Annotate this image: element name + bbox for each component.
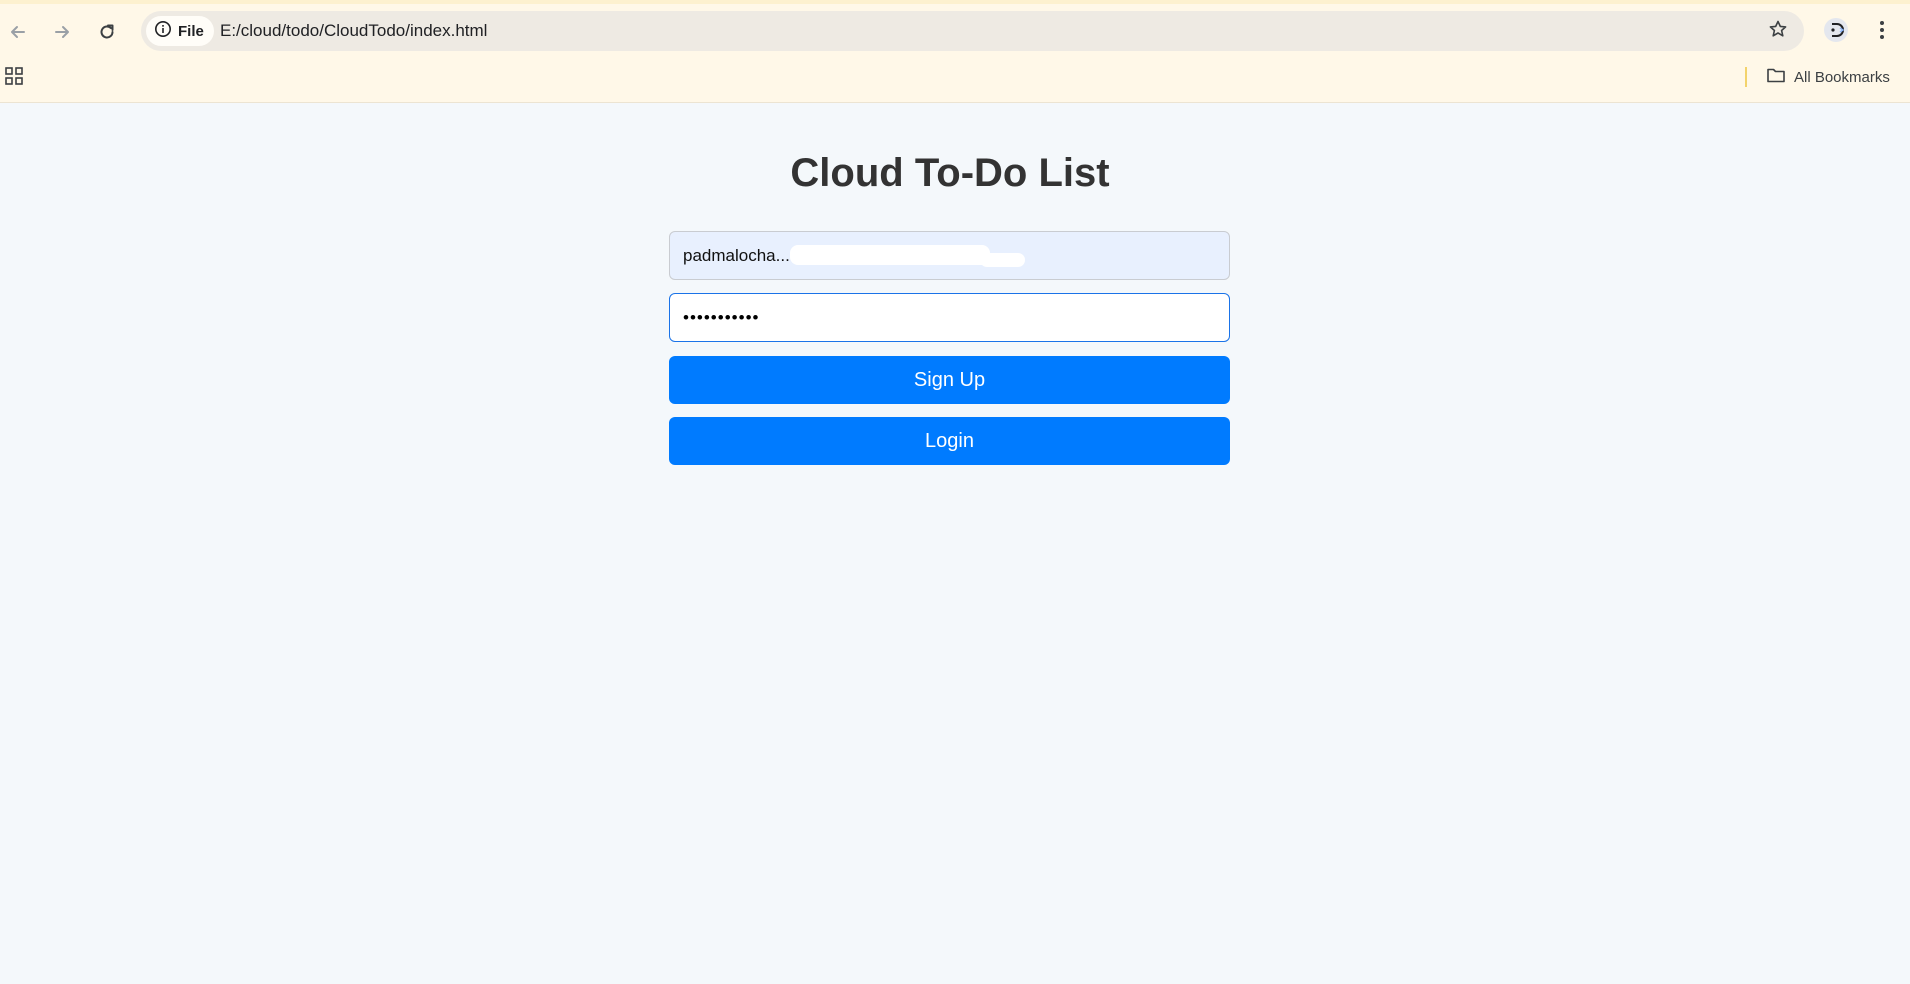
login-button[interactable]: Login [669, 417, 1230, 465]
all-bookmarks-label: All Bookmarks [1794, 68, 1890, 86]
address-bar[interactable]: File E:/cloud/todo/CloudTodo/index.html [141, 11, 1804, 51]
apps-grid-icon [4, 67, 24, 90]
page-title: Cloud To-Do List [790, 151, 1110, 195]
password-field[interactable] [669, 293, 1230, 342]
forward-arrow-icon [52, 22, 72, 42]
bookmark-star-button[interactable] [1762, 15, 1794, 47]
site-info-chip[interactable]: File [146, 16, 214, 46]
tab-strip [0, 0, 1910, 4]
browser-toolbar: File E:/cloud/todo/CloudTodo/index.html … [0, 0, 1910, 103]
apps-button[interactable] [4, 66, 26, 88]
redaction-mark [980, 253, 1025, 267]
profile-button[interactable] [1818, 14, 1854, 50]
page-content: Cloud To-Do List Sign Up Login [0, 103, 1910, 984]
site-chip-label: File [178, 22, 204, 40]
back-arrow-icon [8, 22, 28, 42]
info-icon [154, 20, 172, 43]
kebab-menu-icon [1879, 20, 1885, 45]
bookmarks-divider [1745, 67, 1747, 87]
profile-icon [1822, 16, 1850, 49]
back-button[interactable] [0, 14, 36, 50]
folder-icon [1766, 66, 1786, 88]
star-icon [1768, 19, 1788, 44]
sign-up-button[interactable]: Sign Up [669, 356, 1230, 404]
reload-icon [97, 22, 117, 42]
browser-menu-button[interactable] [1864, 14, 1900, 50]
redaction-mark [790, 245, 990, 265]
reload-button[interactable] [89, 14, 125, 50]
all-bookmarks-button[interactable]: All Bookmarks [1766, 64, 1890, 90]
forward-button[interactable] [44, 14, 80, 50]
url-text[interactable]: E:/cloud/todo/CloudTodo/index.html [220, 11, 487, 51]
